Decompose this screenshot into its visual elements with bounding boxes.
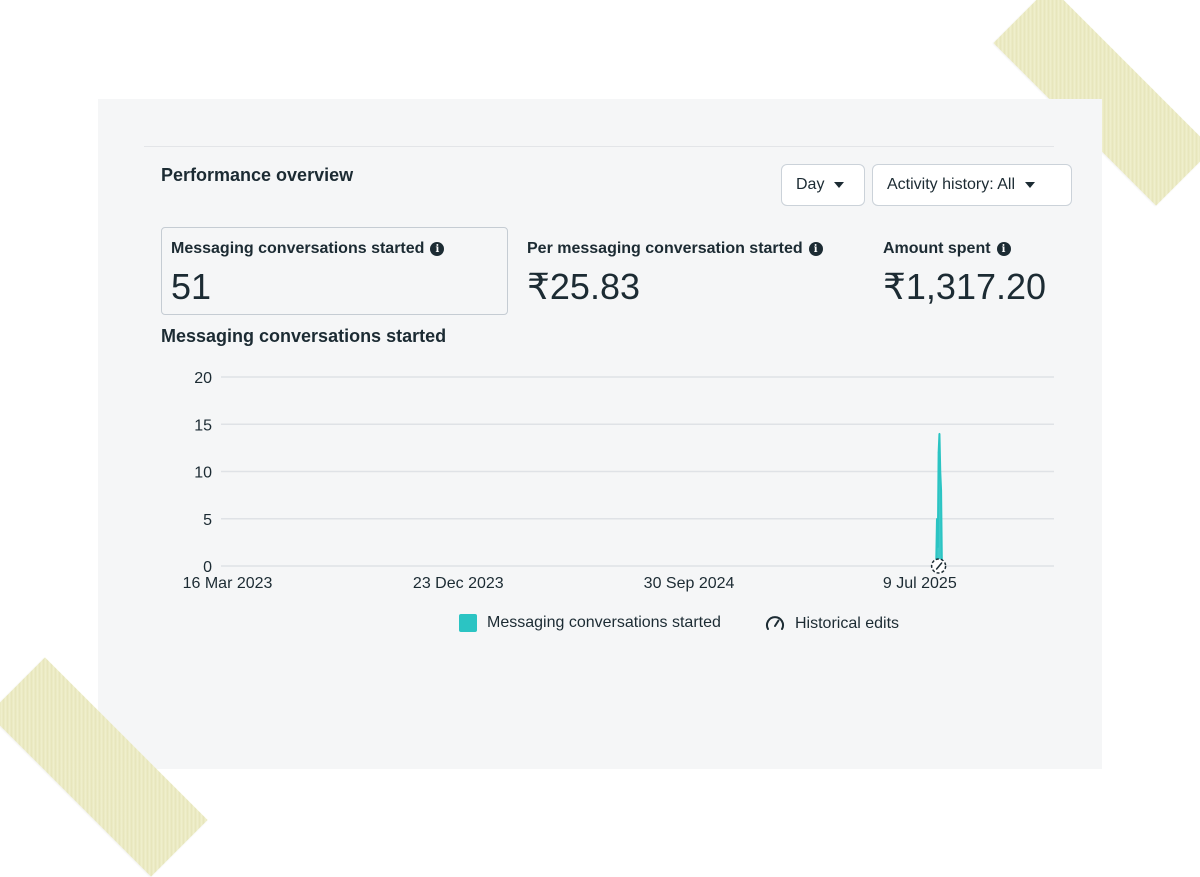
gauge-icon bbox=[766, 616, 784, 630]
x-tick-label: 30 Sep 2024 bbox=[644, 575, 735, 592]
data-point bbox=[937, 546, 939, 548]
data-point bbox=[938, 432, 941, 435]
data-point bbox=[936, 517, 938, 520]
y-tick-label: 20 bbox=[194, 370, 212, 387]
legend-item-historical-edits[interactable]: Historical edits bbox=[765, 614, 899, 634]
y-tick-label: 0 bbox=[203, 559, 212, 576]
x-tick-label: 16 Mar 2023 bbox=[183, 575, 273, 592]
legend-swatch bbox=[459, 614, 477, 632]
x-tick-label: 9 Jul 2025 bbox=[883, 575, 957, 592]
data-point bbox=[940, 489, 942, 492]
performance-card: Performance overview Day Activity histor… bbox=[98, 99, 1102, 769]
x-tick-label: 23 Dec 2023 bbox=[413, 575, 504, 592]
data-point bbox=[939, 470, 942, 473]
y-tick-label: 15 bbox=[194, 417, 212, 434]
legend-label: Messaging conversations started bbox=[487, 614, 721, 631]
y-tick-label: 10 bbox=[194, 465, 212, 482]
y-tick-label: 5 bbox=[203, 512, 212, 529]
legend-label: Historical edits bbox=[795, 615, 900, 632]
legend-item-conversations[interactable]: Messaging conversations started bbox=[459, 614, 721, 632]
line-chart: 0 5 10 15 20 16 Mar 2023 23 Dec 2023 30 Sep 202… bbox=[183, 370, 1054, 592]
data-point bbox=[937, 451, 940, 454]
